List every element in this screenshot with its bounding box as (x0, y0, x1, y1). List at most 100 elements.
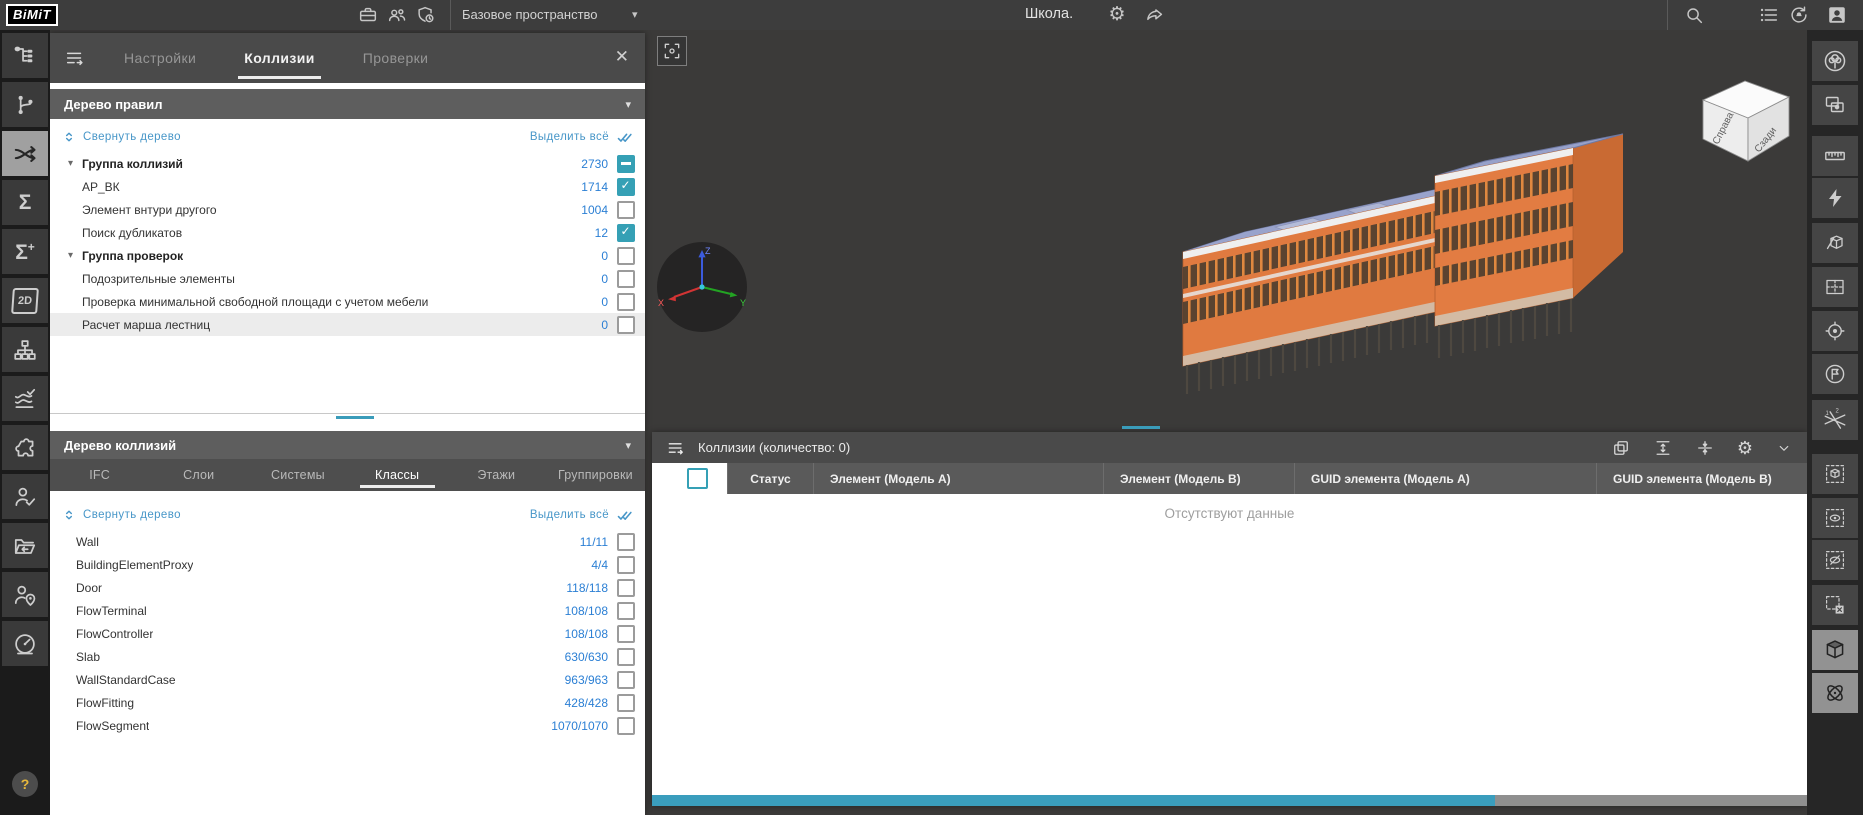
select-all-checkbox[interactable] (687, 468, 708, 489)
workspace-selector[interactable]: Базовое пространство (462, 7, 598, 22)
class-checkbox[interactable] (617, 556, 635, 574)
copy-rows-icon[interactable] (1611, 438, 1631, 458)
class-row[interactable]: BuildingElementProxy4/4 (50, 553, 645, 576)
collisions-panel-drag-handle[interactable] (1122, 426, 1160, 429)
class-row[interactable]: WallStandardCase963/963 (50, 668, 645, 691)
rule-checkbox[interactable] (617, 293, 635, 311)
clash-flash-icon[interactable] (1812, 178, 1858, 218)
rules-tree-collapse-caret-icon[interactable]: ▾ (625, 98, 631, 111)
user-location-icon[interactable] (2, 572, 48, 617)
orbit-mode-icon[interactable] (1812, 673, 1858, 713)
axes-compare-icon[interactable]: 12 (1812, 400, 1858, 440)
focus-selection-icon[interactable] (657, 36, 687, 66)
select-elements-icon[interactable] (1812, 85, 1858, 125)
scrollbar-thumb[interactable] (652, 795, 1495, 806)
fit-height-icon[interactable] (1653, 438, 1673, 458)
share-icon[interactable] (1144, 4, 1166, 26)
search-icon[interactable] (1683, 4, 1705, 26)
locate-target-icon[interactable] (1812, 311, 1858, 351)
select-all-link[interactable]: Выделить всё (530, 507, 633, 524)
rule-checkbox[interactable] (617, 316, 635, 334)
row-expand-caret-icon[interactable]: ▾ (68, 158, 82, 169)
rule-checkbox[interactable] (617, 224, 635, 242)
collapse-tree-link[interactable]: Свернуть дерево (62, 130, 181, 144)
rules-tree-row[interactable]: Элемент внтури другого1004 (50, 198, 645, 221)
org-chart-icon[interactable] (2, 327, 48, 372)
gauge-icon[interactable] (2, 621, 48, 666)
ruler-icon[interactable] (1812, 136, 1858, 176)
panel-menu-icon[interactable] (64, 47, 86, 69)
tab-checks[interactable]: Проверки (353, 33, 439, 83)
view-cube[interactable]: Справа Сзади (1695, 68, 1799, 168)
collapse-tree-link[interactable]: Свернуть дерево (62, 508, 181, 522)
rules-tree-row[interactable]: ▾ Группа коллизий2730 (50, 152, 645, 175)
tree-view-icon[interactable] (1812, 41, 1858, 81)
tab-systems[interactable]: Системы (248, 459, 347, 491)
split-rows-icon[interactable] (1695, 438, 1715, 458)
table-settings-gear-icon[interactable]: ⚙ (1737, 437, 1753, 459)
column-guid-b[interactable]: GUID элемента (Модель B) (1596, 463, 1807, 494)
team-icon[interactable] (386, 4, 408, 26)
class-checkbox[interactable] (617, 602, 635, 620)
branch-icon[interactable] (2, 82, 48, 127)
select-all-link[interactable]: Выделить всё (530, 129, 633, 146)
collision-tree-header[interactable]: Дерево коллизий ▾ (50, 431, 645, 459)
class-checkbox[interactable] (617, 533, 635, 551)
sum-add-icon[interactable]: Σ+ (2, 229, 48, 274)
building-model[interactable] (1125, 130, 1645, 480)
bimit-logo[interactable]: BiMiT (6, 4, 58, 26)
class-row[interactable]: FlowTerminal108/108 (50, 599, 645, 622)
axes-gizmo[interactable]: Z Y X (655, 240, 750, 335)
rule-checkbox[interactable] (617, 201, 635, 219)
column-element-a[interactable]: Элемент (Модель A) (813, 463, 1103, 494)
trends-check-icon[interactable] (2, 376, 48, 421)
class-checkbox[interactable] (617, 671, 635, 689)
rule-checkbox[interactable] (617, 155, 635, 173)
account-icon[interactable] (1826, 4, 1848, 26)
class-row[interactable]: FlowController108/108 (50, 622, 645, 645)
tab-groupings[interactable]: Группировки (546, 459, 645, 491)
class-row[interactable]: Slab630/630 (50, 645, 645, 668)
column-guid-a[interactable]: GUID элемента (Модель A) (1294, 463, 1596, 494)
class-row[interactable]: FlowSegment1070/1070 (50, 714, 645, 737)
rules-tree-row[interactable]: Проверка минимальной свободной площади с… (50, 290, 645, 313)
workspace-caret-icon[interactable]: ▾ (632, 8, 638, 21)
2d-view-icon[interactable]: 2D (2, 278, 48, 323)
rule-checkbox[interactable] (617, 247, 635, 265)
column-element-b[interactable]: Элемент (Модель B) (1103, 463, 1294, 494)
section-cube-icon[interactable] (1812, 223, 1858, 263)
rules-tree-row[interactable]: АР_ВК1714 (50, 175, 645, 198)
panel-menu-icon[interactable] (666, 438, 686, 458)
clear-selection-icon[interactable] (1812, 585, 1858, 625)
class-row[interactable]: Door118/118 (50, 576, 645, 599)
shield-time-icon[interactable] (415, 4, 437, 26)
task-list-icon[interactable] (1758, 4, 1780, 26)
rules-tree-header[interactable]: Дерево правил ▾ (50, 89, 645, 119)
tab-layers[interactable]: Слои (149, 459, 248, 491)
sync-notifications-icon[interactable] (1788, 4, 1810, 26)
class-row[interactable]: Wall11/11 (50, 530, 645, 553)
row-expand-caret-icon[interactable]: ▾ (68, 250, 82, 261)
folder-import-icon[interactable] (2, 523, 48, 568)
tab-collisions[interactable]: Коллизии (234, 33, 325, 83)
help-button[interactable]: ? (12, 771, 38, 797)
tab-ifc[interactable]: IFC (50, 459, 149, 491)
solid-cube-mode-icon[interactable] (1812, 630, 1858, 670)
briefcase-icon[interactable] (357, 4, 379, 26)
plugin-puzzle-icon[interactable] (2, 425, 48, 470)
user-check-icon[interactable] (2, 474, 48, 519)
panel-split-drag-handle[interactable] (336, 416, 374, 419)
rules-tree-row[interactable]: Поиск дубликатов12 (50, 221, 645, 244)
collisions-shuffle-icon[interactable] (2, 131, 48, 176)
rules-tree-row[interactable]: Подозрительные элементы0 (50, 267, 645, 290)
settings-gear-icon[interactable]: ⚙ (1106, 4, 1128, 26)
rules-tree-row-selected[interactable]: Расчет марша лестниц0 (50, 313, 645, 336)
class-checkbox[interactable] (617, 694, 635, 712)
rule-checkbox[interactable] (617, 270, 635, 288)
hide-selection-icon[interactable] (1812, 540, 1858, 580)
class-checkbox[interactable] (617, 648, 635, 666)
rules-tree-row[interactable]: ▾ Группа проверок0 (50, 244, 645, 267)
flag-icon[interactable] (1812, 354, 1858, 394)
tab-floors[interactable]: Этажи (447, 459, 546, 491)
rule-checkbox[interactable] (617, 178, 635, 196)
